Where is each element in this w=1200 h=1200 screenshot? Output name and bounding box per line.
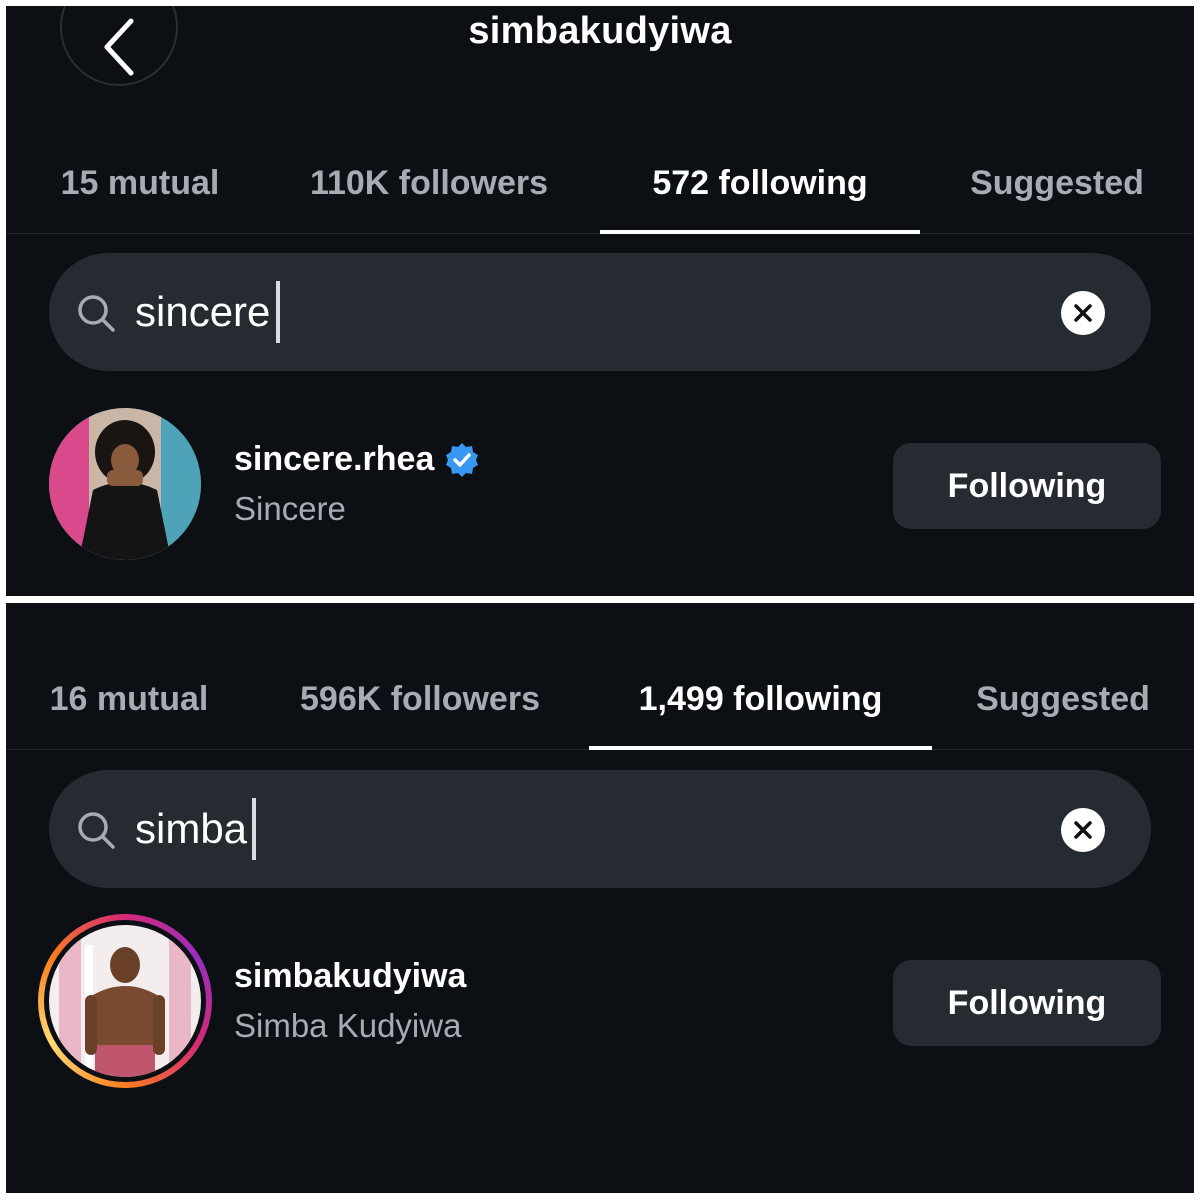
search-bar[interactable] xyxy=(49,253,1151,371)
following-panel-top: simbakudyiwa 15 mutual 110K followers 57… xyxy=(6,6,1194,596)
tab-followers[interactable]: 596K followers xyxy=(290,650,550,749)
following-button[interactable]: Following xyxy=(893,443,1161,529)
search-icon xyxy=(78,295,115,332)
following-button[interactable]: Following xyxy=(893,960,1161,1046)
tab-suggested[interactable]: Suggested xyxy=(962,134,1152,233)
username-text: simbakudyiwa xyxy=(234,957,467,995)
avatar[interactable] xyxy=(49,408,201,560)
tab-mutual[interactable]: 15 mutual xyxy=(50,134,230,233)
active-tab-indicator xyxy=(600,230,920,234)
following-panel-bottom: 16 mutual 596K followers 1,499 following… xyxy=(6,603,1194,1193)
result-full-name: Sincere xyxy=(234,490,346,527)
tab-bar: 15 mutual 110K followers 572 following S… xyxy=(6,134,1194,234)
text-caret xyxy=(276,281,280,343)
tab-followers[interactable]: 110K followers xyxy=(304,134,554,233)
clear-search-button[interactable] xyxy=(1061,808,1105,852)
result-full-name: Simba Kudyiwa xyxy=(234,1007,462,1044)
search-input[interactable] xyxy=(135,796,1015,862)
active-tab-indicator xyxy=(589,746,932,750)
verified-badge-icon xyxy=(446,442,479,477)
search-icon xyxy=(78,812,115,849)
avatar-photo xyxy=(49,925,201,1077)
clear-icon xyxy=(1074,304,1092,322)
clear-icon xyxy=(1074,821,1092,839)
avatar xyxy=(49,925,201,1077)
tab-suggested[interactable]: Suggested xyxy=(968,650,1158,749)
page-title: simbakudyiwa xyxy=(468,10,732,52)
tab-mutual[interactable]: 16 mutual xyxy=(44,650,214,749)
result-username[interactable]: simbakudyiwa xyxy=(234,957,466,996)
username-text: sincere.rhea xyxy=(234,440,435,478)
story-ring[interactable] xyxy=(38,914,212,1088)
tab-following[interactable]: 572 following xyxy=(600,134,920,233)
tab-bar: 16 mutual 596K followers 1,499 following… xyxy=(6,650,1194,750)
clear-search-button[interactable] xyxy=(1061,291,1105,335)
result-username[interactable]: sincere.rhea xyxy=(234,440,480,479)
search-input[interactable] xyxy=(135,279,1015,345)
search-bar[interactable] xyxy=(49,770,1151,888)
avatar-photo xyxy=(49,408,201,560)
text-caret xyxy=(252,798,256,860)
tab-following[interactable]: 1,499 following xyxy=(589,650,932,749)
